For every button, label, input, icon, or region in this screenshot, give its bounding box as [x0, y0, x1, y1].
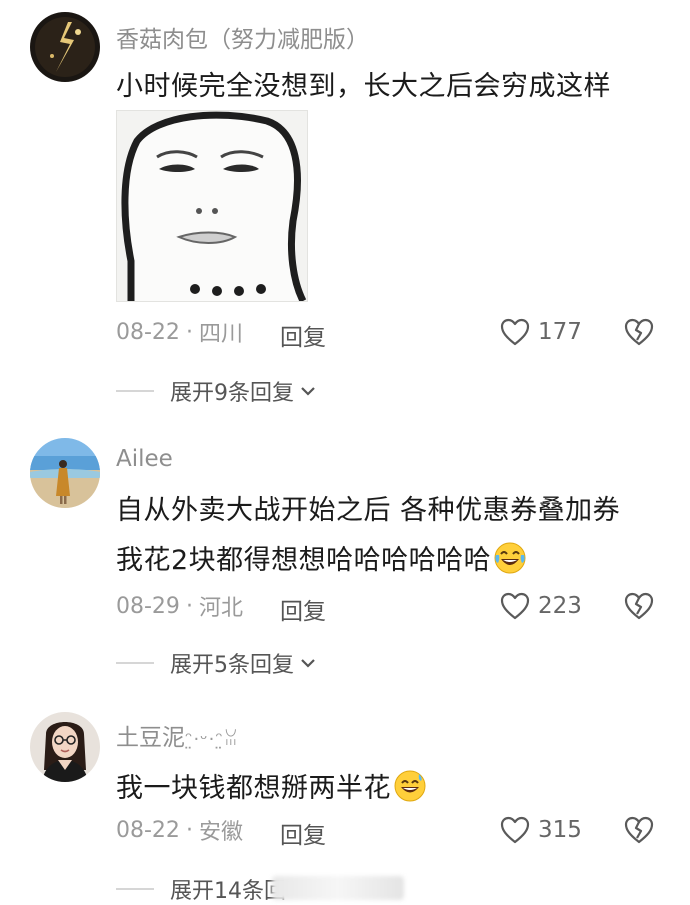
expand-replies-label: 展开5条回复 [170, 653, 294, 678]
avatar[interactable] [30, 12, 100, 82]
reply-button[interactable]: 回复 [280, 592, 326, 626]
chevron-down-icon [300, 654, 316, 673]
comment-date: 08-29 [116, 593, 180, 619]
comment-date: 08-22 [116, 817, 180, 843]
expand-replies-button[interactable]: 展开5条回复 [116, 648, 316, 678]
username[interactable]: 香菇肉包（努力减肥版） [116, 20, 369, 54]
meta-separator: · [185, 817, 193, 843]
kaomoji-decoration: ᵔ̤·ᵕ·ᵔ̤ꈍ [185, 729, 239, 750]
reply-button[interactable]: 回复 [280, 318, 326, 352]
heart-icon [500, 318, 530, 346]
comment-text: 我一块钱都想掰两半花 [116, 773, 391, 804]
meta-separator: · [185, 593, 193, 619]
comment-text: 小时候完全没想到，长大之后会穷成这样 [116, 71, 611, 102]
meta-separator: · [185, 319, 193, 345]
expand-replies-button[interactable]: 展开14条回 [116, 874, 286, 904]
comment-meta: 08-22 · 安徽 [116, 814, 243, 846]
like-count: 315 [538, 817, 582, 843]
like-button[interactable]: 315 [500, 814, 582, 846]
meme-image[interactable] [116, 110, 308, 302]
heart-icon [500, 592, 530, 620]
laughing-tears-emoji-icon [493, 541, 527, 582]
comment-text-line-2: 我花2块都得想想哈哈哈哈哈哈 [116, 538, 527, 582]
like-count: 223 [538, 593, 582, 619]
chevron-down-icon [300, 382, 316, 401]
comment-date: 08-22 [116, 319, 180, 345]
comment-text: 我花2块都得想想哈哈哈哈哈哈 [116, 545, 492, 576]
heart-icon [500, 816, 530, 844]
like-button[interactable]: 177 [500, 316, 582, 348]
comment-list: 香菇肉包（努力减肥版） 小时候完全没想到，长大之后会穷成这样 08-22 · 四… [0, 0, 690, 905]
grinning-sweat-emoji-icon [393, 769, 427, 810]
like-count: 177 [538, 319, 582, 345]
username-text: 土豆泥 [116, 725, 185, 751]
divider [116, 888, 154, 890]
broken-heart-icon [624, 592, 654, 624]
divider [116, 390, 154, 392]
comment-location: 河北 [198, 596, 243, 621]
avatar[interactable] [30, 712, 100, 782]
dislike-button[interactable] [624, 816, 654, 848]
dislike-button[interactable] [624, 592, 654, 624]
expand-replies-label: 展开9条回复 [170, 381, 294, 406]
comment-location: 安徽 [198, 820, 243, 845]
comment-item: 香菇肉包（努力减肥版） 小时候完全没想到，长大之后会穷成这样 08-22 · 四… [0, 0, 690, 420]
comment-meta: 08-29 · 河北 [116, 590, 243, 622]
avatar[interactable] [30, 438, 100, 508]
comment-meta: 08-22 · 四川 [116, 316, 243, 348]
like-button[interactable]: 223 [500, 590, 582, 622]
divider [116, 662, 154, 664]
broken-heart-icon [624, 318, 654, 350]
dislike-button[interactable] [624, 318, 654, 350]
username[interactable]: Ailee [116, 446, 173, 472]
broken-heart-icon [624, 816, 654, 848]
comment-location: 四川 [198, 322, 243, 347]
expand-replies-button[interactable]: 展开9条回复 [116, 376, 316, 406]
comment-text: 自从外卖大战开始之后 各种优惠券叠加券 [116, 495, 621, 526]
comment-item: Ailee 自从外卖大战开始之后 各种优惠券叠加券 我花2块都得想想哈哈哈哈哈哈… [0, 430, 690, 690]
watermark-blur [272, 876, 404, 900]
reply-button[interactable]: 回复 [280, 816, 326, 850]
comment-text-line: 我一块钱都想掰两半花 [116, 766, 427, 810]
expand-replies-label: 展开14条回 [170, 879, 286, 904]
username[interactable]: 土豆泥ᵔ̤·ᵕ·ᵔ̤ꈍ [116, 718, 239, 752]
